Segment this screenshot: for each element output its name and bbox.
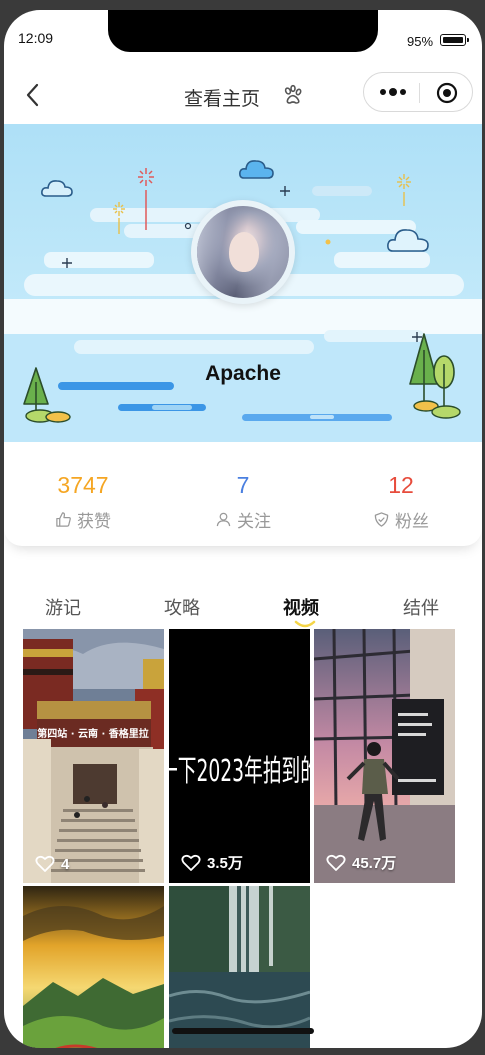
video-card[interactable]	[169, 886, 310, 1048]
video-overlay-text: 第四站 · 云南 · 香格里拉	[37, 727, 149, 740]
home-indicator[interactable]	[172, 1028, 314, 1034]
stat-value: 12	[388, 472, 414, 498]
dot-icon	[184, 222, 192, 230]
target-icon[interactable]	[436, 82, 458, 104]
user-icon	[216, 512, 231, 527]
video-thumbnail: 一下2023年拍到的	[169, 629, 310, 883]
stat-value: 7	[236, 472, 250, 498]
battery-icon	[440, 34, 469, 46]
sparkle-icon	[62, 258, 72, 268]
tab-guides[interactable]: 攻略	[164, 594, 200, 620]
stats-card: 3747 获赞 7 关注 12 粉丝	[4, 442, 482, 546]
sparkle-icon	[280, 186, 290, 196]
capsule-divider	[419, 83, 420, 103]
more-dots-icon[interactable]	[378, 83, 410, 101]
stat-label: 关注	[237, 512, 271, 532]
dot-icon	[325, 239, 331, 245]
paw-icon[interactable]	[282, 84, 304, 106]
avatar[interactable]	[197, 206, 289, 298]
phone-screen: 12:09 95% 查看主页 Apache 3747 获赞 7 关注 12 粉丝…	[4, 10, 482, 1048]
tab-companions[interactable]: 结伴	[403, 594, 439, 620]
video-card[interactable]: 45.7万	[314, 629, 455, 883]
video-thumbnail	[169, 886, 310, 1048]
video-card[interactable]: 一下2023年拍到的 3.5万	[169, 629, 310, 883]
thumbs-up-icon	[56, 512, 71, 527]
stat-likes[interactable]: 3747 获赞	[8, 472, 158, 532]
like-count-text: 3.5万	[207, 855, 243, 872]
content-tabs: 游记 攻略 视频 结伴	[4, 590, 482, 630]
like-count-text: 4	[61, 855, 70, 873]
firework-icon	[397, 174, 411, 206]
stat-following[interactable]: 7 关注	[168, 472, 318, 532]
stat-fans[interactable]: 12 粉丝	[326, 472, 476, 532]
like-count: 45.7万	[326, 852, 396, 873]
heart-icon	[35, 855, 55, 872]
profile-name: Apache	[205, 362, 281, 385]
chevron-left-icon[interactable]	[22, 82, 44, 108]
video-thumbnail	[314, 629, 455, 883]
video-overlay-text: 一下2023年拍到的	[169, 754, 310, 789]
shield-icon	[374, 512, 389, 527]
video-card[interactable]	[23, 886, 164, 1048]
notch	[108, 10, 378, 52]
stat-label: 粉丝	[395, 512, 429, 532]
stat-label: 获赞	[77, 512, 111, 532]
active-tab-indicator	[294, 620, 316, 628]
status-time: 12:09	[18, 30, 54, 46]
battery-percent: 95%	[407, 34, 434, 49]
mini-program-capsule	[363, 72, 473, 112]
cloud-icon	[239, 160, 274, 179]
heart-icon	[181, 854, 201, 871]
tab-videos[interactable]: 视频	[283, 594, 319, 620]
like-count: 4	[35, 855, 69, 873]
firework-icon	[113, 202, 125, 234]
like-count: 3.5万	[181, 852, 243, 873]
video-thumbnail	[23, 886, 164, 1048]
tab-travel-notes[interactable]: 游记	[45, 594, 81, 620]
heart-icon	[326, 854, 346, 871]
page-title: 查看主页	[184, 88, 261, 110]
firework-icon	[138, 168, 154, 230]
cloud-icon	[387, 229, 429, 252]
cloud-icon	[41, 180, 73, 197]
video-thumbnail: 第四站 · 云南 · 香格里拉	[23, 629, 164, 883]
stat-value: 3747	[57, 472, 109, 498]
video-card[interactable]: 第四站 · 云南 · 香格里拉 4	[23, 629, 164, 883]
like-count-text: 45.7万	[352, 855, 397, 872]
